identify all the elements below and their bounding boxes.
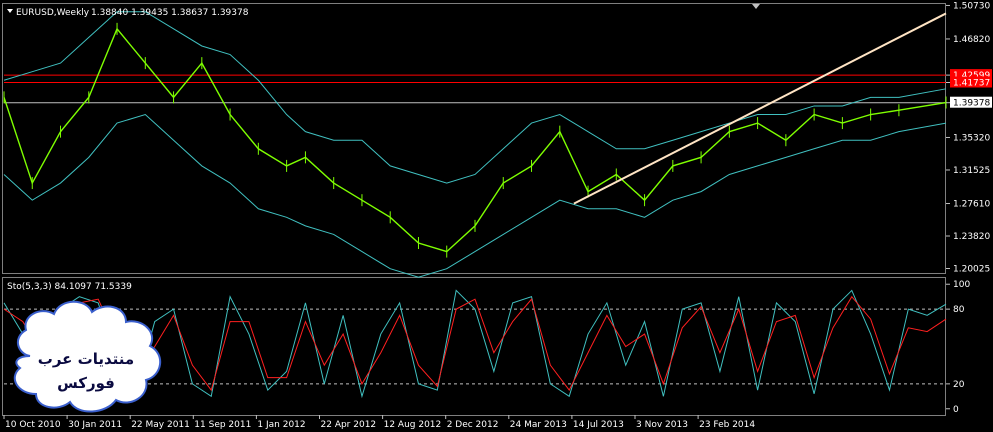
x-tick-label: 2 Dec 2012 (447, 420, 499, 430)
price-y-tick-label: 1.35320 (953, 133, 990, 143)
x-tick-label: 22 May 2011 (131, 420, 190, 430)
stochastic-y-tick-label: 100 (953, 280, 970, 290)
x-tick-label: 23 Feb 2014 (699, 420, 755, 430)
time-x-axis: 10 Oct 2010 30 Jan 2011 22 May 2011 11 Sep … (3, 415, 755, 430)
dropdown-triangle-icon[interactable] (7, 9, 13, 13)
stochastic-y-tick-label: 20 (953, 380, 965, 390)
price-y-tick-label: 1.39378 (953, 99, 990, 109)
x-tick-label: 11 Sep 2011 (194, 420, 251, 430)
x-tick-label: 1 Jan 2012 (257, 420, 305, 430)
stochastic-panel-title: Sto(5,3,3) 84.1097 71.5339 (7, 282, 132, 292)
price-panel (3, 11, 947, 278)
watermark-line-1: منتديات عرب (38, 350, 134, 368)
price-series-lower-band (3, 113, 947, 278)
stochastic-y-tick-label: 0 (953, 405, 959, 415)
price-y-tick-label: 1.31525 (953, 166, 990, 176)
price-y-axis: 1.507301.468201.425991.417371.393781.353… (946, 1, 992, 275)
price-y-tick-label: 1.23820 (953, 232, 990, 242)
price-y-tick-label: 1.41737 (953, 78, 990, 88)
price-series-upper-band (3, 11, 947, 184)
x-tick-label: 12 Aug 2012 (384, 420, 442, 430)
x-tick-label: 3 Nov 2013 (636, 420, 688, 430)
chart-canvas: 1.507301.468201.425991.417371.393781.353… (2, 1, 992, 430)
price-panel-frame (2, 3, 946, 274)
watermark-line-2: فوركس (57, 374, 115, 392)
x-tick-label: 24 Mar 2013 (510, 420, 567, 430)
price-y-tick-label: 1.50730 (953, 1, 990, 11)
x-tick-label: 10 Oct 2010 (5, 420, 61, 430)
symbol-header: EURUSD,Weekly 1.38840 1.39435 1.38637 1.… (7, 8, 249, 18)
x-tick-label: 30 Jan 2011 (68, 420, 122, 430)
forum-watermark: منتديات عرب فوركس (13, 300, 161, 413)
chart-shift-marker-icon[interactable] (752, 4, 760, 9)
trendline[interactable] (573, 12, 947, 205)
x-tick-label: 14 Jul 2013 (573, 420, 624, 430)
ohlc-readout: 1.38840 1.39435 1.38637 1.39378 (91, 8, 249, 18)
x-tick-label: 22 Apr 2012 (321, 420, 377, 430)
stochastic-y-axis: 100 80 20 0 (946, 280, 970, 415)
price-y-tick-label: 1.27610 (953, 200, 990, 210)
price-y-tick-label: 1.46820 (953, 35, 990, 45)
price-panel-title: EURUSD,Weekly (16, 8, 90, 18)
stochastic-y-tick-label: 80 (953, 305, 965, 315)
price-y-tick-label: 1.20025 (953, 265, 990, 275)
